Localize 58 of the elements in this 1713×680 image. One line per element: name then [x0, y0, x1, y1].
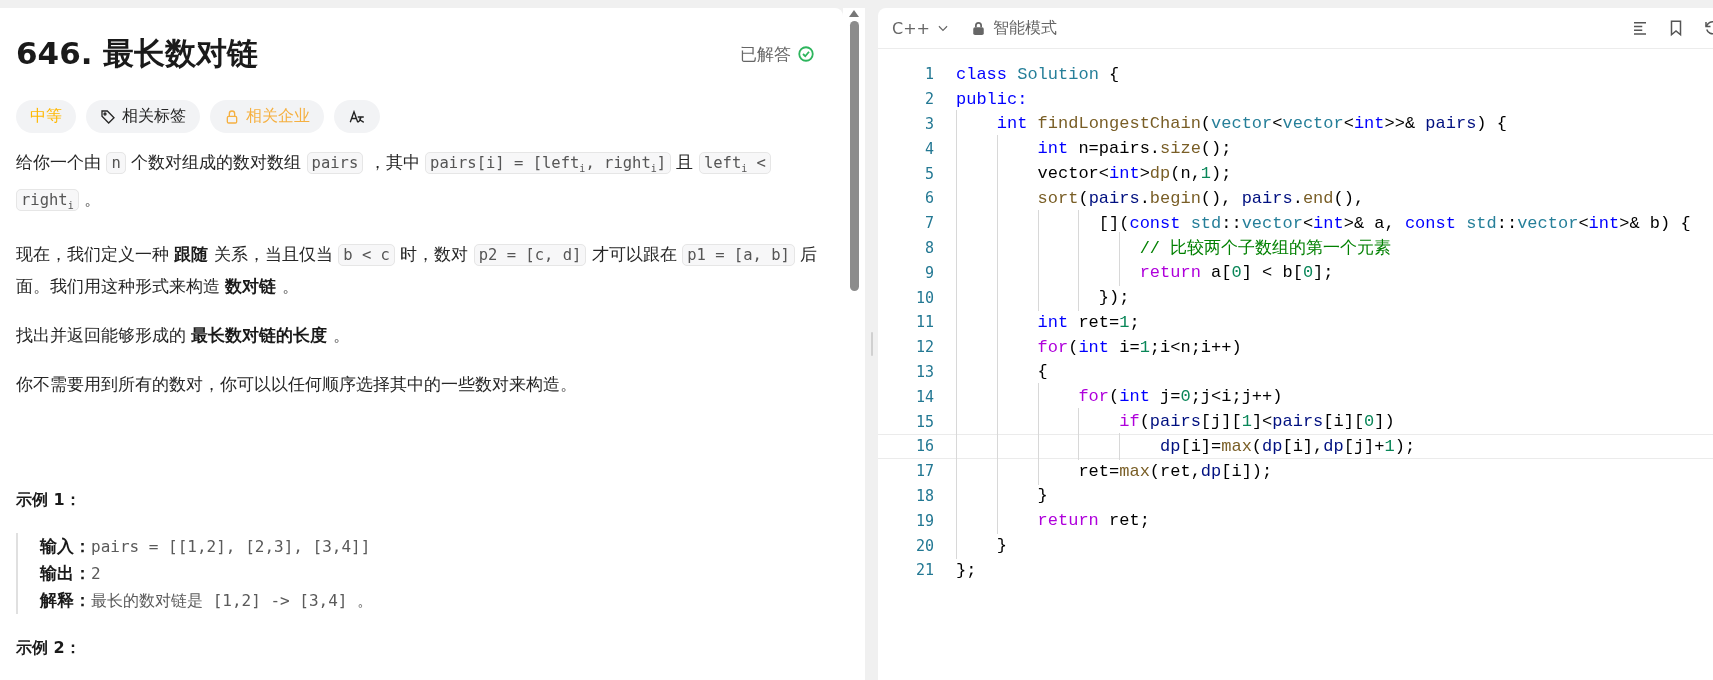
code-line: return ret; — [956, 511, 1150, 531]
format-icon[interactable] — [1631, 19, 1649, 37]
code-line: int ret=1; — [956, 312, 1140, 332]
description-paragraph: 你不需要用到所有的数对，你可以以任何顺序选择其中的一些数对来构造。 — [16, 373, 578, 397]
line-number: 12 — [914, 338, 934, 357]
code-line: class Solution { — [956, 64, 1120, 84]
line-number: 7 — [923, 214, 934, 233]
line-number: 19 — [914, 511, 934, 530]
code-line: return a[0] < b[0]; — [956, 263, 1334, 283]
description-paragraph: 找出并返回能够形成的 最长数对链的长度 。 — [16, 324, 351, 348]
example-heading: 示例 2： — [16, 638, 82, 660]
example-heading: 示例 1： — [16, 490, 82, 512]
line-number: 20 — [914, 536, 934, 555]
line-number: 17 — [914, 462, 934, 481]
line-number: 4 — [923, 139, 934, 158]
status-text: 已解答 — [740, 42, 791, 66]
code-line: } — [956, 486, 1048, 506]
lock-icon — [972, 21, 985, 35]
code-line: vector<int>dp(n,1); — [956, 164, 1232, 184]
scrollbar-thumb[interactable] — [849, 21, 859, 291]
line-number: 9 — [923, 263, 934, 282]
example-value: 2 — [91, 563, 101, 586]
line-number: 3 — [923, 115, 934, 133]
code-line: } — [956, 536, 1007, 556]
resize-handle[interactable] — [870, 332, 873, 356]
line-number: 13 — [914, 362, 934, 381]
code-line: public: — [956, 89, 1028, 109]
line-number: 18 — [914, 486, 934, 505]
lock-icon — [224, 108, 240, 125]
mode-label: 智能模式 — [993, 17, 1057, 39]
code-line: { — [956, 362, 1048, 382]
example-label: 输出： — [40, 562, 91, 586]
line-number: 16 — [914, 437, 934, 456]
translate-button[interactable] — [334, 100, 380, 133]
code-line: }; — [956, 560, 977, 580]
code-line: sort(pairs.begin(), pairs.end(), — [956, 188, 1365, 208]
line-number: 14 — [914, 387, 934, 406]
line-number: 8 — [923, 238, 934, 257]
code-line: }); — [956, 288, 1130, 308]
line-number: 2 — [923, 90, 934, 109]
tag-icon — [100, 108, 116, 125]
example-label: 解释： — [40, 589, 91, 613]
scroll-up-icon[interactable] — [849, 10, 859, 17]
line-number: 11 — [914, 313, 934, 332]
tag-button[interactable]: 相关标签 — [86, 100, 200, 133]
line-number: 1 — [923, 65, 934, 84]
language-dropdown[interactable]: C++ — [892, 18, 950, 38]
example-label: 输入： — [40, 535, 91, 559]
problem-title: 646. 最长数对链 — [16, 34, 259, 73]
line-number: 21 — [914, 561, 934, 580]
line-number: 6 — [923, 189, 934, 208]
example-value: 最长的数对链是 [1,2] -> [3,4] 。 — [91, 590, 374, 613]
example-value: pairs = [[1,2], [2,3], [3,4]] — [91, 536, 371, 559]
line-number: 15 — [914, 412, 934, 431]
line-number: 10 — [914, 288, 934, 307]
line-number: 5 — [923, 164, 934, 183]
description-paragraph: 现在，我们定义一种 跟随 关系，当且仅当 b < c 时，数对 p2 = [c, d] 才可以跟在 p1 = [a, b] 后面。我们用这种形式来构造 数对链 。 — [16, 243, 819, 299]
code-line: for(int i=1;i<n;i++) — [956, 337, 1242, 357]
